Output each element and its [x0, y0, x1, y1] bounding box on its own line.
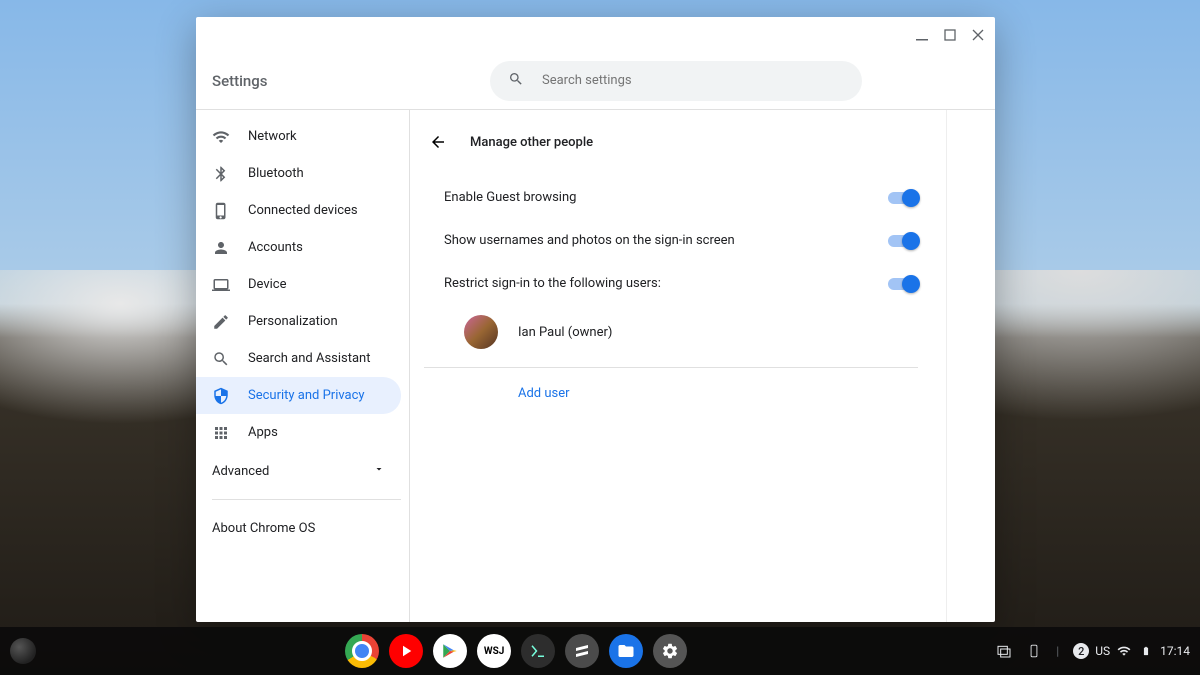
sidebar-item-security-privacy[interactable]: Security and Privacy	[196, 377, 401, 414]
toggle-guest-browsing[interactable]	[888, 192, 918, 204]
sidebar-item-label: Network	[248, 129, 297, 144]
setting-restrict-signin: Restrict sign-in to the following users:	[424, 262, 918, 305]
app-terminal[interactable]	[521, 634, 555, 668]
launcher-button[interactable]	[10, 638, 36, 664]
sidebar-item-accounts[interactable]: Accounts	[196, 229, 401, 266]
toggle-show-usernames[interactable]	[888, 235, 918, 247]
setting-label: Show usernames and photos on the sign-in…	[444, 233, 735, 248]
page-header: Manage other people	[424, 122, 918, 162]
language-indicator: US	[1095, 644, 1110, 658]
battery-tray-icon	[1138, 643, 1154, 659]
content: Manage other people Enable Guest browsin…	[410, 110, 947, 622]
sidebar-item-label: Connected devices	[248, 203, 358, 218]
shelf-apps: WSJ	[36, 634, 996, 668]
sidebar-item-device[interactable]: Device	[196, 266, 401, 303]
sidebar-item-bluetooth[interactable]: Bluetooth	[196, 155, 401, 192]
app-chrome[interactable]	[345, 634, 379, 668]
system-tray[interactable]: | 2 US 17:14	[996, 643, 1190, 659]
avatar	[464, 315, 498, 349]
search-icon	[212, 350, 230, 368]
sidebar-item-search-assistant[interactable]: Search and Assistant	[196, 340, 401, 377]
sidebar-advanced[interactable]: Advanced	[196, 451, 401, 491]
user-row: Ian Paul (owner)	[424, 305, 918, 368]
sidebar-item-label: Accounts	[248, 240, 303, 255]
setting-show-usernames: Show usernames and photos on the sign-in…	[424, 219, 918, 262]
settings-window: Settings Network Bluetooth Connected dev…	[196, 17, 995, 622]
sidebar-item-apps[interactable]: Apps	[196, 414, 401, 451]
window-titlebar	[196, 17, 995, 52]
wifi-tray-icon	[1116, 643, 1132, 659]
back-button[interactable]	[424, 128, 452, 156]
search-input[interactable]	[542, 73, 844, 88]
status-area[interactable]: 2 US 17:14	[1073, 643, 1190, 659]
sidebar-item-label: Device	[248, 277, 287, 292]
close-button[interactable]	[971, 28, 985, 42]
sidebar-item-network[interactable]: Network	[196, 118, 401, 155]
advanced-label: Advanced	[212, 464, 269, 479]
shield-icon	[212, 387, 230, 405]
sidebar-item-label: Search and Assistant	[248, 351, 371, 366]
sidebar-item-label: Apps	[248, 425, 278, 440]
minimize-button[interactable]	[915, 28, 929, 42]
laptop-icon	[212, 276, 230, 294]
maximize-button[interactable]	[943, 28, 957, 42]
grid-icon	[212, 424, 230, 442]
sidebar-item-connected-devices[interactable]: Connected devices	[196, 192, 401, 229]
setting-label: Enable Guest browsing	[444, 190, 576, 205]
search-icon	[508, 71, 524, 91]
sidebar-about[interactable]: About Chrome OS	[196, 508, 401, 548]
app-youtube[interactable]	[389, 634, 423, 668]
app-title: Settings	[212, 72, 408, 90]
sidebar-item-label: Security and Privacy	[248, 388, 365, 403]
phone-tray-icon[interactable]	[1026, 643, 1042, 659]
app-settings[interactable]	[653, 634, 687, 668]
header: Settings	[196, 52, 995, 110]
page-title: Manage other people	[470, 135, 593, 150]
user-name: Ian Paul (owner)	[518, 325, 612, 340]
toggle-restrict-signin[interactable]	[888, 278, 918, 290]
app-wsj[interactable]: WSJ	[477, 634, 511, 668]
app-play-store[interactable]	[433, 634, 467, 668]
bluetooth-icon	[212, 165, 230, 183]
chevron-down-icon	[373, 463, 385, 479]
screenshot-icon[interactable]	[996, 643, 1012, 659]
person-icon	[212, 239, 230, 257]
sidebar-item-label: Personalization	[248, 314, 338, 329]
sidebar-item-label: Bluetooth	[248, 166, 304, 181]
setting-guest-browsing: Enable Guest browsing	[424, 176, 918, 219]
clock: 17:14	[1160, 644, 1190, 658]
add-user-button[interactable]: Add user	[424, 368, 918, 401]
notification-count: 2	[1073, 643, 1089, 659]
divider	[212, 499, 401, 500]
about-label: About Chrome OS	[212, 521, 315, 536]
app-sublime[interactable]	[565, 634, 599, 668]
sidebar-item-personalization[interactable]: Personalization	[196, 303, 401, 340]
wifi-icon	[212, 128, 230, 146]
pen-icon	[212, 313, 230, 331]
setting-label: Restrict sign-in to the following users:	[444, 276, 661, 291]
search-bar[interactable]	[490, 61, 862, 101]
shelf: WSJ | 2 US 17:14	[0, 627, 1200, 675]
phone-icon	[212, 202, 230, 220]
sidebar: Network Bluetooth Connected devices Acco…	[196, 110, 410, 622]
app-files[interactable]	[609, 634, 643, 668]
